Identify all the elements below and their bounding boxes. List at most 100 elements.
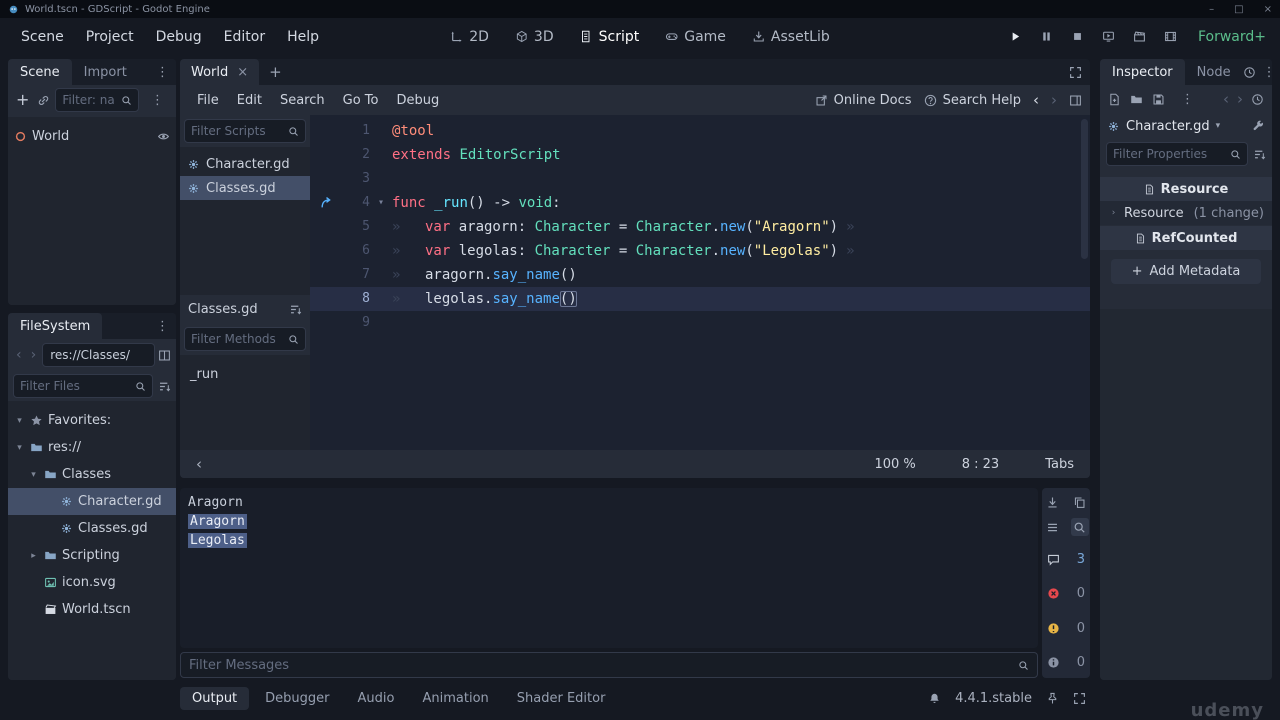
expand-arrow-icon[interactable]: › bbox=[1108, 208, 1119, 218]
search-output-button[interactable] bbox=[1070, 518, 1089, 536]
sort-methods-icon[interactable] bbox=[289, 303, 302, 316]
code-line-3[interactable]: 3 bbox=[310, 167, 1090, 191]
new-resource-icon[interactable] bbox=[1108, 93, 1121, 106]
minimize-button[interactable]: – bbox=[1209, 4, 1214, 15]
history-forward-icon[interactable]: › bbox=[1051, 91, 1057, 109]
fs-item-scripting-folder[interactable]: ▸ Scripting bbox=[8, 542, 176, 569]
code-line-2[interactable]: 2 extends EditorScript bbox=[310, 143, 1090, 167]
fs-forward-icon[interactable]: › bbox=[28, 347, 40, 363]
tab-inspector[interactable]: Inspector bbox=[1100, 59, 1185, 85]
collapse-arrow-icon[interactable]: ▾ bbox=[14, 416, 25, 426]
fs-item-favorites[interactable]: ▾ Favorites: bbox=[8, 407, 176, 434]
copy-output-button[interactable] bbox=[1071, 493, 1089, 511]
workspace-game[interactable]: Game bbox=[657, 25, 734, 49]
zoom-level[interactable]: 100 % bbox=[874, 457, 915, 472]
engine-version[interactable]: 4.4.1.stable bbox=[955, 691, 1032, 706]
play-button[interactable] bbox=[1004, 25, 1028, 49]
scene-node-world[interactable]: World bbox=[8, 123, 176, 149]
resource-tools-icon[interactable] bbox=[1252, 120, 1265, 133]
code-line-1[interactable]: 1 @tool bbox=[310, 119, 1090, 143]
fs-item-character-gd[interactable]: Character.gd bbox=[8, 488, 176, 515]
maximize-button[interactable]: □ bbox=[1234, 4, 1243, 15]
distraction-free-button[interactable] bbox=[1069, 65, 1090, 80]
menu-editor[interactable]: Editor bbox=[213, 25, 276, 49]
scene-filter-input[interactable]: Filter: na bbox=[55, 88, 139, 112]
output-line[interactable]: Legolas bbox=[188, 531, 1030, 550]
output-filter-input[interactable]: Filter Messages bbox=[180, 652, 1038, 678]
section-refcounted[interactable]: RefCounted bbox=[1100, 226, 1272, 250]
cursor-position[interactable]: 8 : 23 bbox=[962, 457, 999, 472]
code-scrollbar[interactable] bbox=[1081, 119, 1088, 259]
scripts-filter-input[interactable]: Filter Scripts bbox=[184, 119, 306, 143]
bottom-tab-animation[interactable]: Animation bbox=[410, 687, 500, 710]
menu-file[interactable]: File bbox=[188, 89, 228, 112]
code-line-4[interactable]: 4 ▾ func _run() -> void: bbox=[310, 191, 1090, 215]
code-line-6[interactable]: 6» var legolas: Character = Character.new… bbox=[310, 239, 1090, 263]
section-resource[interactable]: Resource bbox=[1100, 177, 1272, 201]
inspector-forward-icon[interactable]: › bbox=[1237, 90, 1243, 108]
output-line[interactable]: Aragorn bbox=[188, 512, 1030, 531]
object-history-icon[interactable] bbox=[1243, 66, 1256, 79]
search-help-button[interactable]: Search Help bbox=[924, 93, 1021, 108]
script-item-classes-gd[interactable]: Classes.gd bbox=[180, 176, 310, 200]
scroll-to-end-button[interactable] bbox=[1044, 493, 1062, 511]
menu-goto[interactable]: Go To bbox=[334, 89, 388, 112]
edited-resource-row[interactable]: Character.gd ▾ bbox=[1100, 113, 1272, 139]
bottom-tab-audio[interactable]: Audio bbox=[346, 687, 407, 710]
workspace-script[interactable]: Script bbox=[572, 25, 648, 49]
stop-button[interactable] bbox=[1066, 25, 1090, 49]
resource-options-icon[interactable]: ⋮ bbox=[1174, 92, 1201, 107]
method-item-run[interactable]: _run bbox=[180, 362, 310, 386]
output-line[interactable]: Aragorn bbox=[188, 493, 1030, 512]
fs-back-icon[interactable]: ‹ bbox=[13, 347, 25, 363]
load-resource-folder-icon[interactable] bbox=[1130, 93, 1143, 106]
save-resource-icon[interactable] bbox=[1152, 93, 1165, 106]
info-counter[interactable]: 0 bbox=[1047, 652, 1085, 673]
scene-options-icon[interactable]: ⋮ bbox=[144, 93, 171, 108]
warnings-counter[interactable]: 0 bbox=[1047, 618, 1085, 639]
add-node-button[interactable]: + bbox=[13, 92, 32, 108]
visibility-eye-icon[interactable] bbox=[157, 130, 170, 143]
menu-debug[interactable]: Debug bbox=[387, 89, 448, 112]
menu-scene[interactable]: Scene bbox=[10, 25, 75, 49]
bottom-tab-output[interactable]: Output bbox=[180, 686, 250, 710]
pause-button[interactable] bbox=[1035, 25, 1059, 49]
resource-group-row[interactable]: › Resource (1 change) bbox=[1100, 201, 1272, 225]
tab-scene[interactable]: Scene bbox=[8, 59, 72, 85]
history-icon[interactable] bbox=[1251, 93, 1264, 106]
menu-debug[interactable]: Debug bbox=[145, 25, 213, 49]
split-view-icon[interactable] bbox=[158, 349, 171, 362]
instance-scene-link-icon[interactable] bbox=[37, 94, 50, 107]
new-scene-tab-button[interactable]: + bbox=[259, 63, 292, 81]
tab-world-scene[interactable]: World × bbox=[180, 59, 260, 85]
indent-mode[interactable]: Tabs bbox=[1045, 457, 1074, 472]
menu-search[interactable]: Search bbox=[271, 89, 334, 112]
fs-item-world-tscn[interactable]: World.tscn bbox=[8, 596, 176, 623]
tab-filesystem[interactable]: FileSystem bbox=[8, 313, 103, 339]
inspector-back-icon[interactable]: ‹ bbox=[1223, 90, 1229, 108]
fs-item-icon-svg[interactable]: icon.svg bbox=[8, 569, 176, 596]
code-line-9[interactable]: 9 bbox=[310, 311, 1090, 335]
fs-path-input[interactable]: res://Classes/ bbox=[42, 343, 155, 367]
workspace-assetlib[interactable]: AssetLib bbox=[744, 25, 838, 49]
code-editor[interactable]: 1 @tool 2 extends EditorScript 3 4 ▾ func _run(… bbox=[310, 115, 1090, 450]
expand-bottom-panel-icon[interactable] bbox=[1073, 692, 1086, 705]
output-log[interactable]: Aragorn Aragorn Legolas bbox=[180, 488, 1038, 648]
collapse-arrow-icon[interactable]: ▾ bbox=[14, 443, 25, 453]
inspector-dock-menu-icon[interactable]: ⋮ bbox=[1256, 65, 1280, 80]
history-back-icon[interactable]: ‹ bbox=[1033, 91, 1039, 109]
tab-import[interactable]: Import bbox=[72, 59, 139, 85]
collapse-scripts-panel-icon[interactable]: ‹ bbox=[196, 455, 202, 473]
close-tab-icon[interactable]: × bbox=[237, 65, 248, 80]
online-docs-button[interactable]: Online Docs bbox=[815, 93, 912, 108]
sort-files-icon[interactable] bbox=[158, 380, 171, 393]
play-custom-scene-button[interactable] bbox=[1128, 25, 1152, 49]
menu-project[interactable]: Project bbox=[75, 25, 145, 49]
tab-node[interactable]: Node bbox=[1185, 59, 1243, 85]
fs-item-res-root[interactable]: ▾ res:// bbox=[8, 434, 176, 461]
toggle-scripts-panel-icon[interactable] bbox=[1069, 94, 1082, 107]
code-line-7[interactable]: 7» aragorn.say_name() bbox=[310, 263, 1090, 287]
collapse-duplicates-button[interactable] bbox=[1044, 518, 1062, 536]
fs-filter-input[interactable]: Filter Files bbox=[13, 374, 153, 398]
bottom-tab-debugger[interactable]: Debugger bbox=[253, 687, 341, 710]
